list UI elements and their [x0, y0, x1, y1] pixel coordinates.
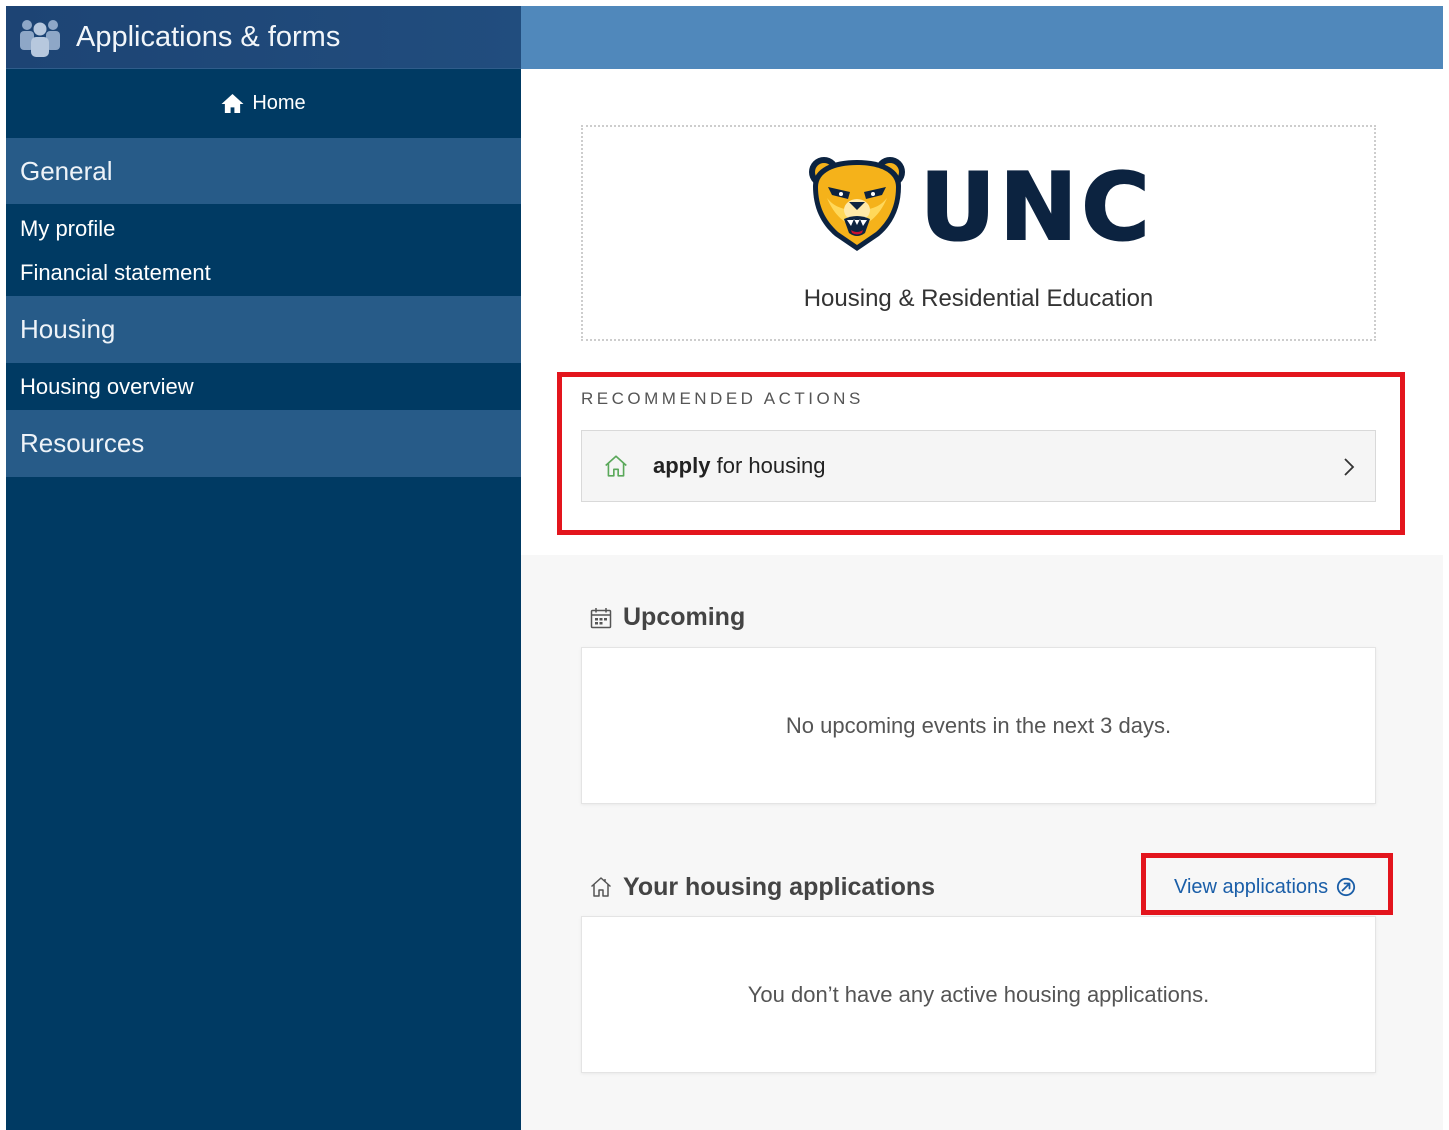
housing-applications-card: You don’t have any active housing applic… [581, 916, 1376, 1073]
view-applications-link[interactable]: View applications [1174, 874, 1356, 900]
sidebar-item-housing-overview[interactable]: Housing overview [6, 365, 521, 409]
apply-for-housing-action[interactable]: apply for housing [581, 430, 1376, 502]
home-icon [221, 93, 244, 114]
recommended-actions-heading: RECOMMENDED ACTIONS [581, 389, 864, 408]
section-title: General [20, 155, 113, 186]
logo-wordmark: UNC [919, 153, 1154, 261]
view-applications-label: View applications [1174, 875, 1329, 898]
logo-card: UNC Housing & Residential Education [581, 125, 1376, 341]
action-object: for housing [716, 453, 826, 478]
home-link[interactable]: Home [6, 69, 521, 138]
house-outline-icon [589, 875, 613, 899]
top-bar [521, 6, 1443, 69]
calendar-icon [589, 606, 613, 630]
home-label: Home [252, 92, 306, 114]
sidebar-item-financial-statement[interactable]: Financial statement [6, 251, 521, 295]
upcoming-empty-message: No upcoming events in the next 3 days. [785, 712, 1172, 738]
housing-applications-heading: Your housing applications [623, 873, 936, 901]
circle-arrow-icon [1336, 877, 1356, 897]
housing-items: Housing overview [6, 363, 521, 410]
sidebar-item-my-profile[interactable]: My profile [6, 207, 521, 251]
section-title: Resources [20, 428, 145, 458]
sidebar-header: Applications & forms [6, 6, 521, 69]
bear-mascot-icon [807, 152, 907, 252]
section-title: Housing [20, 314, 116, 344]
app-title: Applications & forms [76, 20, 341, 53]
action-label: apply for housing [653, 431, 825, 501]
general-items: My profile Financial statement [6, 204, 521, 296]
house-icon [603, 453, 629, 479]
action-verb: apply [653, 453, 711, 478]
upcoming-heading: Upcoming [623, 603, 746, 631]
sidebar-section-resources[interactable]: Resources [6, 410, 521, 477]
upcoming-card: No upcoming events in the next 3 days. [581, 647, 1376, 804]
chevron-right-icon [1343, 456, 1355, 478]
department-name: Housing & Residential Education [803, 285, 1154, 312]
sidebar-section-housing[interactable]: Housing [6, 296, 521, 363]
applications-empty-message: You don’t have any active housing applic… [747, 981, 1210, 1007]
sidebar-section-general[interactable]: General [6, 138, 521, 204]
people-icon [17, 17, 63, 57]
sidebar: Applications & forms Home General My pro… [6, 6, 521, 1130]
main-content: UNC Housing & Residential Education RECO… [521, 6, 1443, 1130]
